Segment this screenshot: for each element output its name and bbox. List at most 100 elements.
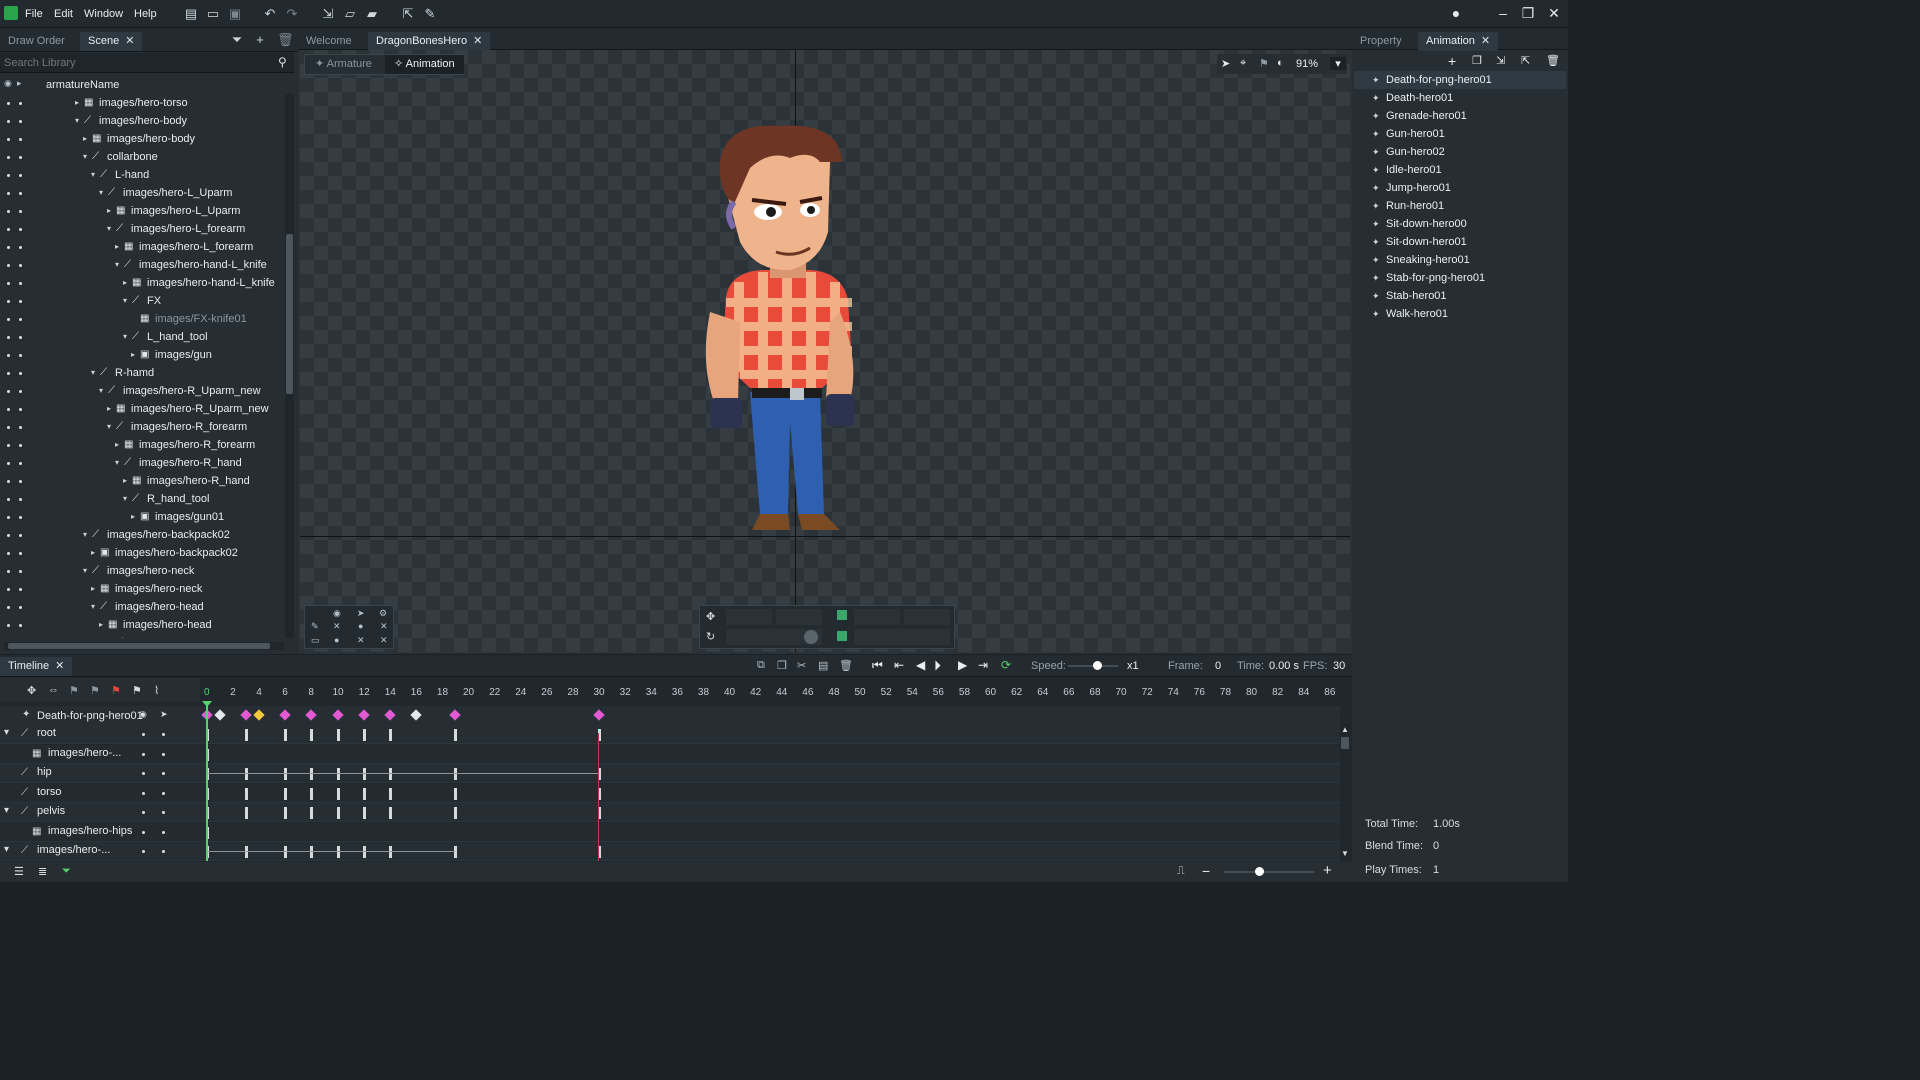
keyframe-diamond[interactable]: [214, 709, 226, 721]
chevron-right-icon[interactable]: ▸: [107, 202, 111, 220]
tree-hscrollbar-thumb[interactable]: [8, 643, 270, 649]
visibility-icon[interactable]: [7, 480, 10, 483]
keyframe-marker[interactable]: [245, 846, 249, 858]
tree-row[interactable]: ▾ ⟋ collarbone: [0, 148, 285, 166]
keyframe-marker[interactable]: [453, 768, 457, 780]
minimize-button[interactable]: –: [1493, 4, 1513, 22]
save-icon[interactable]: ▣: [228, 7, 242, 20]
tab-scene[interactable]: Scene ✕: [80, 32, 143, 51]
keyframe-diamond[interactable]: [240, 709, 252, 721]
lock-icon[interactable]: [19, 624, 22, 627]
keyframe-marker[interactable]: [245, 807, 249, 819]
list-icon[interactable]: ☰: [14, 865, 24, 878]
chevron-down-icon[interactable]: ▾: [91, 364, 95, 382]
lock-icon[interactable]: [19, 516, 22, 519]
keyframe-marker[interactable]: [388, 768, 392, 780]
dot-icon[interactable]: ●: [358, 621, 363, 631]
keyframe-marker[interactable]: [336, 807, 340, 819]
keyframe-marker[interactable]: [388, 846, 392, 858]
visibility-icon[interactable]: [142, 772, 145, 775]
lock-icon[interactable]: [19, 102, 22, 105]
rotate-icon[interactable]: ↻: [706, 630, 715, 643]
keyframe-marker[interactable]: [284, 807, 288, 819]
close-icon[interactable]: ✕: [333, 621, 341, 632]
visibility-all-icon[interactable]: ◉: [4, 78, 12, 89]
lock-icon[interactable]: [19, 444, 22, 447]
visibility-icon[interactable]: [142, 811, 145, 814]
transform-field[interactable]: [904, 609, 950, 625]
lock-icon[interactable]: [19, 552, 22, 555]
tree-row[interactable]: ▾ ⟋ images/hero-R_hand: [0, 454, 285, 472]
tab-property[interactable]: Property: [1352, 32, 1410, 51]
keyframe-marker[interactable]: [453, 729, 457, 741]
zoom-in-icon[interactable]: +: [1323, 862, 1332, 879]
keyframe-marker[interactable]: [245, 787, 249, 800]
tree-row[interactable]: ▸ ▦ images/hero-body: [0, 130, 285, 148]
tree-row[interactable]: ▸ ▦ images/hero-head: [0, 616, 285, 634]
keyframe-diamond[interactable]: [253, 709, 265, 721]
chevron-down-icon[interactable]: ▾: [123, 328, 127, 346]
lock-icon[interactable]: [19, 606, 22, 609]
scroll-up-icon[interactable]: ▲: [1341, 725, 1349, 734]
lock-icon[interactable]: [19, 120, 22, 123]
transform-field[interactable]: [776, 609, 822, 625]
lock-icon[interactable]: [19, 192, 22, 195]
move-icon[interactable]: ✥: [706, 610, 715, 623]
tree-row[interactable]: ▾ ⟋ images/hero-R_forearm: [0, 418, 285, 436]
lock-icon[interactable]: [19, 408, 22, 411]
track-row[interactable]: ▾ ⟋ pelvis: [0, 803, 1340, 822]
tree-row[interactable]: ▸ ▦ images/hero-R_hand: [0, 472, 285, 490]
keyframe-marker[interactable]: [310, 846, 314, 858]
animation-item[interactable]: ✦ Jump-hero01: [1354, 179, 1566, 197]
track-row[interactable]: ▦ images/hero-hips: [0, 822, 1340, 842]
lock-icon[interactable]: [19, 138, 22, 141]
keyframe-marker[interactable]: [310, 787, 314, 800]
chevron-down-icon[interactable]: ▾: [4, 727, 9, 738]
keyframe-diamond[interactable]: [357, 709, 370, 721]
trash-icon[interactable]: 🗑: [277, 33, 294, 46]
keyframe-marker[interactable]: [362, 807, 366, 819]
tree-row[interactable]: ▾ ⟋ images/hero-hand-L_knife: [0, 256, 285, 274]
tree-row[interactable]: ▾ ⟋ images/hero-head: [0, 598, 285, 616]
lock-icon[interactable]: [19, 300, 22, 303]
chevron-down-icon[interactable]: ▾: [99, 184, 103, 202]
chevron-right-icon[interactable]: ▸: [123, 472, 127, 490]
track-row[interactable]: ▦ images/hero-...: [0, 744, 1340, 764]
transform-field[interactable]: [854, 629, 950, 645]
fit-width-icon[interactable]: ⎍: [1177, 865, 1185, 878]
visibility-icon[interactable]: [7, 552, 10, 555]
chevron-right-icon[interactable]: ▸: [115, 436, 119, 454]
close-icon[interactable]: ✕: [1481, 35, 1490, 47]
lock-icon[interactable]: [19, 462, 22, 465]
visibility-icon[interactable]: [142, 791, 145, 795]
menu-edit[interactable]: Edit: [54, 8, 73, 20]
visibility-icon[interactable]: [142, 830, 145, 834]
pointer-icon[interactable]: ➤: [357, 608, 365, 619]
close-icon[interactable]: ✕: [380, 635, 388, 646]
animation-item[interactable]: ✦ Sit-down-hero00: [1354, 215, 1566, 233]
keyframe-diamond[interactable]: [279, 709, 291, 721]
visibility-icon[interactable]: [7, 534, 10, 537]
track-row[interactable]: ⟋ torso: [0, 783, 1340, 803]
visibility-icon[interactable]: [7, 318, 10, 321]
lock-icon[interactable]: [19, 534, 22, 537]
tree-root-row[interactable]: ◉ ▸ armatureName: [0, 76, 285, 94]
keyframe-diamond[interactable]: [305, 709, 318, 721]
tree-row[interactable]: ▦ images/FX-knife01: [0, 310, 285, 328]
search-input[interactable]: [4, 56, 264, 70]
chevron-down-icon[interactable]: ▾: [4, 805, 9, 816]
zoom-slider-thumb[interactable]: [1255, 867, 1264, 876]
chevron-right-icon[interactable]: ▸: [107, 400, 111, 418]
lock-icon[interactable]: [19, 498, 22, 501]
chevron-down-icon[interactable]: ▾: [91, 166, 95, 184]
stage-canvas[interactable]: ✦ Armature ✧ Animation ➤ ⌖ ⚑ ◐ 91% ▾ ◉ ➤…: [300, 50, 1350, 652]
track-row[interactable]: ▾ ⟋ root: [0, 725, 1340, 744]
tree-row[interactable]: ▸ ▣ images/gun01: [0, 508, 285, 526]
chevron-right-icon[interactable]: ▸: [123, 274, 127, 292]
visibility-icon[interactable]: [7, 102, 10, 105]
lock-icon[interactable]: [19, 228, 22, 231]
visibility-icon[interactable]: [7, 354, 10, 357]
animation-item[interactable]: ✦ Sneaking-hero01: [1354, 251, 1566, 269]
visibility-icon[interactable]: [7, 138, 10, 141]
chevron-down-icon[interactable]: ▾: [107, 220, 111, 238]
